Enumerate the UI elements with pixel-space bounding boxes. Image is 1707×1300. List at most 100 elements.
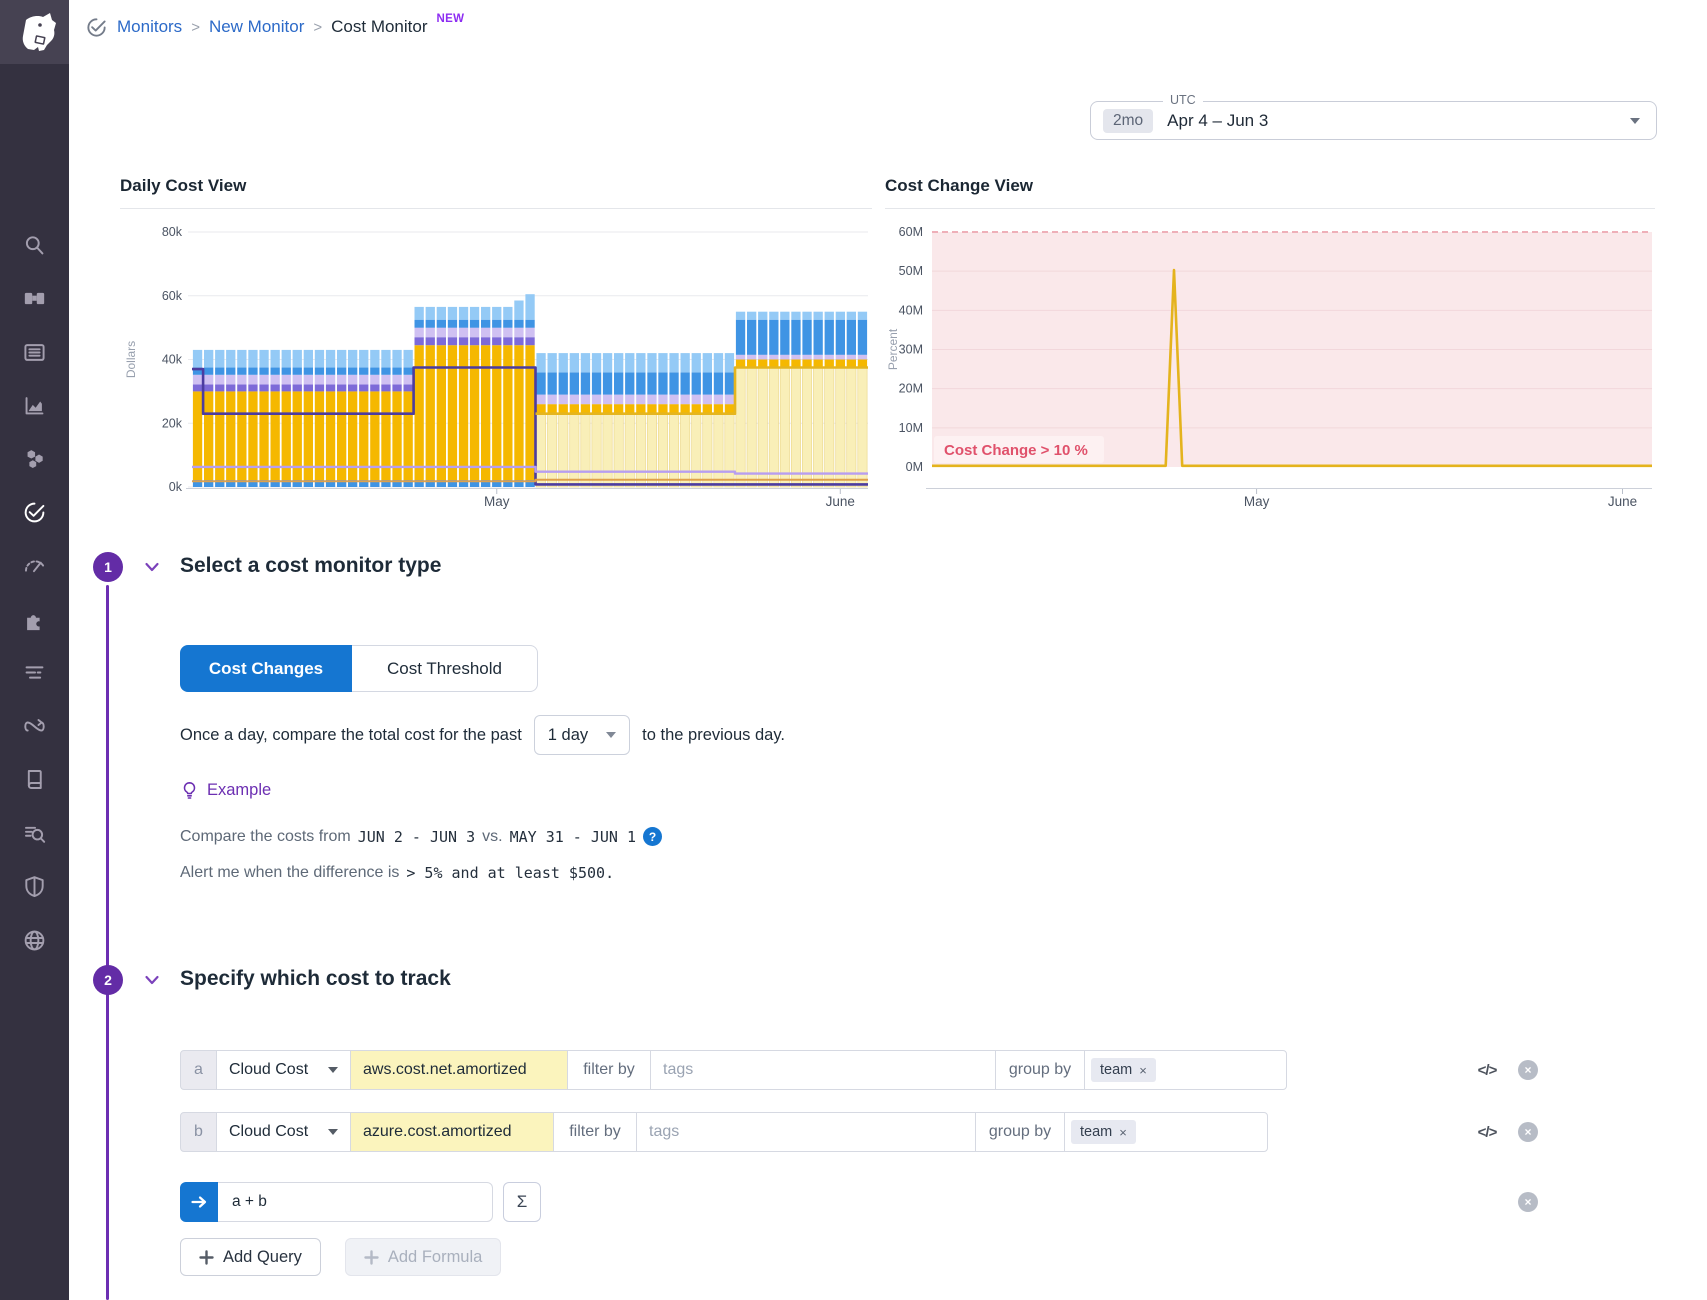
- puzzle-icon[interactable]: [0, 596, 69, 642]
- example-label: Example: [207, 781, 271, 800]
- svg-text:80k: 80k: [162, 225, 183, 239]
- svg-text:0k: 0k: [169, 480, 183, 494]
- formula-row: Σ: [180, 1182, 541, 1222]
- formula-input[interactable]: [218, 1182, 493, 1222]
- new-badge: NEW: [437, 13, 465, 25]
- svg-text:Percent: Percent: [886, 328, 900, 370]
- group-by-field[interactable]: team ×: [1084, 1050, 1287, 1090]
- svg-text:20M: 20M: [899, 382, 923, 396]
- time-range-picker[interactable]: UTC 2mo Apr 4 – Jun 3: [1090, 101, 1657, 140]
- shield-icon[interactable]: [0, 863, 69, 909]
- search-lines-icon[interactable]: [0, 810, 69, 856]
- daily-cost-plot: 0k20k40k60k80kDollarsMayJune: [120, 209, 872, 509]
- filter-tags-input[interactable]: [651, 1061, 995, 1079]
- breadcrumb-new-monitor-link[interactable]: New Monitor: [209, 17, 304, 37]
- filter-tags-input[interactable]: [637, 1123, 975, 1141]
- tab-cost-threshold[interactable]: Cost Threshold: [352, 645, 538, 692]
- filter-lines-icon[interactable]: [0, 649, 69, 695]
- query-letter: b: [180, 1112, 217, 1152]
- sigma-functions-button[interactable]: Σ: [503, 1182, 541, 1222]
- metric-field[interactable]: aws.cost.net.amortized: [350, 1050, 568, 1090]
- svg-text:May: May: [484, 494, 510, 509]
- breadcrumb-monitors-link[interactable]: Monitors: [117, 17, 182, 37]
- query-letter: a: [180, 1050, 217, 1090]
- data-source-select[interactable]: Cloud Cost: [216, 1050, 351, 1090]
- sidebar: [0, 0, 69, 1300]
- compare-prefix: Compare the costs from: [180, 828, 351, 846]
- remove-tag-icon[interactable]: ×: [1139, 1063, 1147, 1078]
- datadog-logo[interactable]: [0, 0, 69, 64]
- alert-prefix: Alert me when the difference is: [180, 864, 399, 882]
- tab-cost-changes[interactable]: Cost Changes: [180, 645, 352, 692]
- svg-text:60k: 60k: [162, 289, 183, 303]
- help-icon[interactable]: ?: [643, 827, 662, 846]
- cost-change-chart: Cost Change View 0M10M20M30M40M50M60MPer…: [885, 176, 1655, 509]
- breadcrumb-separator: >: [313, 19, 322, 36]
- globe-icon[interactable]: [0, 917, 69, 963]
- filter-by-label: filter by: [553, 1112, 637, 1152]
- chevron-down-icon[interactable]: [1630, 118, 1640, 124]
- group-tag-pill[interactable]: team ×: [1091, 1058, 1156, 1082]
- section-1-title: Select a cost monitor type: [180, 554, 441, 578]
- metric-field[interactable]: azure.cost.amortized: [350, 1112, 554, 1152]
- remove-query-b-icon[interactable]: ×: [1518, 1122, 1538, 1142]
- svg-text:60M: 60M: [899, 225, 923, 239]
- binoculars-icon[interactable]: [0, 275, 69, 321]
- period-select[interactable]: 1 day: [534, 715, 630, 755]
- group-tag-pill[interactable]: team ×: [1071, 1120, 1136, 1144]
- dog-mascot-icon: [13, 10, 57, 54]
- example-header: Example: [180, 781, 271, 800]
- svg-text:50M: 50M: [899, 264, 923, 278]
- daily-cost-chart-title: Daily Cost View: [120, 176, 872, 200]
- compare-range-a: JUN 2 - JUN 3: [358, 828, 475, 846]
- formula-toggle-button[interactable]: [180, 1182, 218, 1222]
- target-check-icon[interactable]: [0, 489, 69, 535]
- area-chart-icon[interactable]: [0, 382, 69, 428]
- svg-text:0M: 0M: [906, 460, 923, 474]
- sentence-before: Once a day, compare the total cost for t…: [180, 726, 522, 745]
- svg-text:Cost Change > 10 %: Cost Change > 10 %: [944, 442, 1088, 459]
- query-row-a: a Cloud Cost aws.cost.net.amortized filt…: [180, 1050, 1287, 1090]
- group-by-field[interactable]: team ×: [1064, 1112, 1268, 1152]
- remove-tag-icon[interactable]: ×: [1119, 1125, 1127, 1140]
- group-tag-label: team: [1100, 1062, 1132, 1078]
- example-alert-line: Alert me when the difference is > 5% and…: [180, 864, 614, 882]
- group-by-label: group by: [995, 1050, 1085, 1090]
- plus-icon: [364, 1250, 379, 1265]
- magnifier-icon[interactable]: [0, 222, 69, 268]
- timezone-label: UTC: [1163, 93, 1203, 107]
- remove-formula-icon[interactable]: ×: [1518, 1192, 1538, 1212]
- period-value: 1 day: [548, 726, 588, 745]
- add-formula-button[interactable]: Add Formula: [345, 1238, 501, 1276]
- group-by-label: group by: [975, 1112, 1065, 1152]
- step-1-badge: 1: [93, 552, 123, 582]
- svg-text:10M: 10M: [899, 421, 923, 435]
- arrow-right-icon: [190, 1193, 208, 1211]
- filter-tags-field[interactable]: [650, 1050, 996, 1090]
- data-source-value: Cloud Cost: [229, 1123, 308, 1141]
- code-view-icon[interactable]: </>: [1472, 1062, 1502, 1079]
- code-view-icon[interactable]: </>: [1472, 1124, 1502, 1141]
- compare-range-b: MAY 31 - JUN 1: [510, 828, 636, 846]
- remove-query-a-icon[interactable]: ×: [1518, 1060, 1538, 1080]
- data-source-select[interactable]: Cloud Cost: [216, 1112, 351, 1152]
- section-2-title: Specify which cost to track: [180, 967, 451, 991]
- add-query-button[interactable]: Add Query: [180, 1238, 321, 1276]
- lightbulb-icon: [180, 781, 199, 800]
- filter-tags-field[interactable]: [636, 1112, 976, 1152]
- gauge-icon[interactable]: [0, 542, 69, 588]
- book-icon[interactable]: [0, 756, 69, 802]
- loop-arrow-icon[interactable]: [0, 703, 69, 749]
- cost-change-chart-title: Cost Change View: [885, 176, 1655, 200]
- sentence-after: to the previous day.: [642, 726, 785, 745]
- dashboard-board-icon[interactable]: [0, 329, 69, 375]
- add-query-label: Add Query: [223, 1248, 302, 1267]
- chevron-down-icon: [606, 732, 616, 738]
- svg-text:June: June: [826, 494, 855, 509]
- svg-text:30M: 30M: [899, 343, 923, 357]
- svg-text:40k: 40k: [162, 353, 183, 367]
- breadcrumb: Monitors > New Monitor > Cost Monitor NE…: [85, 8, 464, 46]
- collapse-section-1-chevron-icon[interactable]: [142, 557, 162, 577]
- collapse-section-2-chevron-icon[interactable]: [142, 970, 162, 990]
- hexagons-icon[interactable]: [0, 435, 69, 481]
